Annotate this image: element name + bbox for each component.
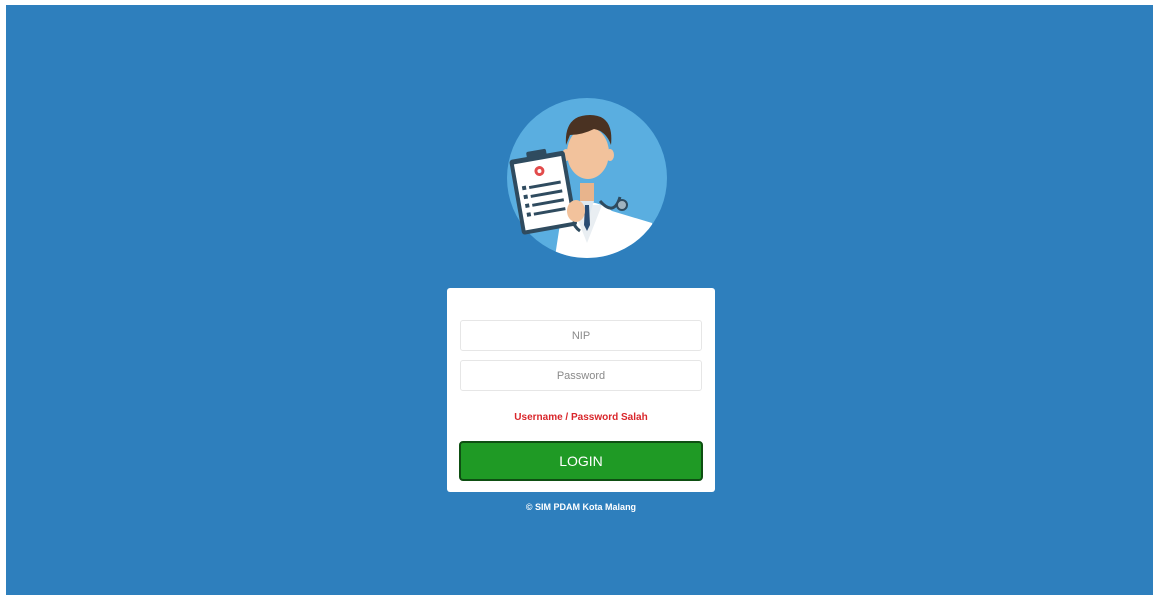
login-card: Username / Password Salah LOGIN [447,288,715,492]
doctor-avatar-icon [507,98,667,258]
footer-copyright: © SIM PDAM Kota Malang [525,502,637,512]
login-page: Username / Password Salah LOGIN © SIM PD… [6,5,1153,595]
error-message: Username / Password Salah [514,412,648,423]
password-input[interactable] [460,360,702,391]
login-button[interactable]: LOGIN [459,441,703,481]
nip-input[interactable] [460,320,702,351]
